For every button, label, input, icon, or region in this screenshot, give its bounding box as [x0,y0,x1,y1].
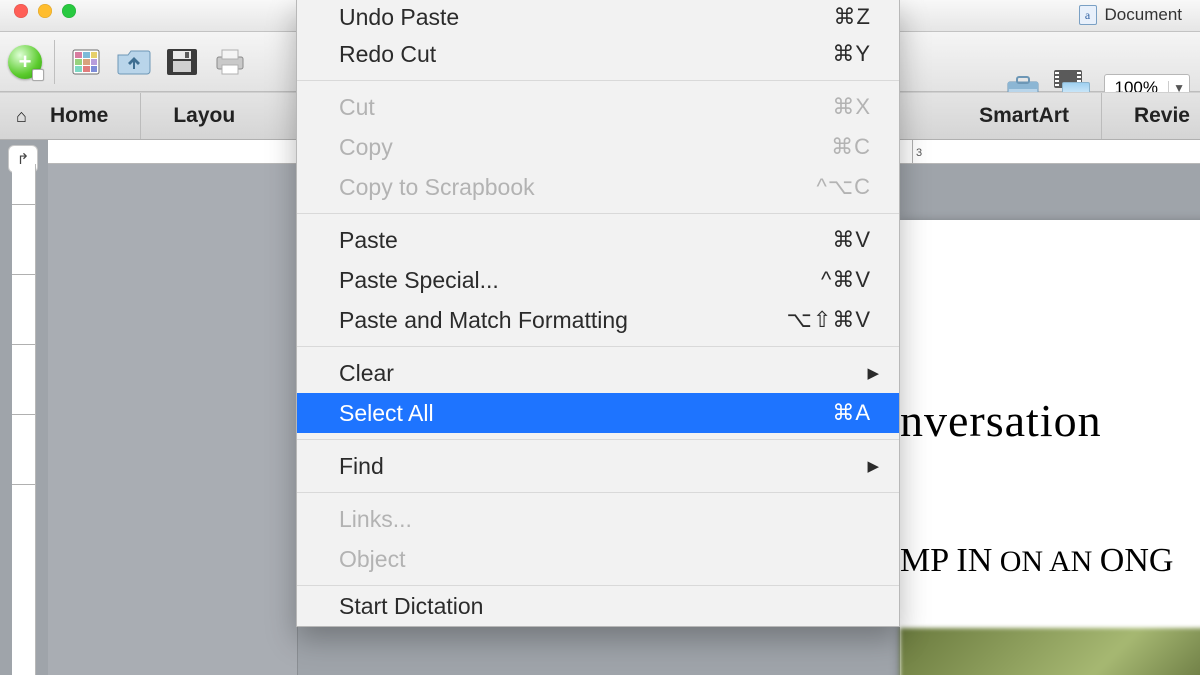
tab-review[interactable]: Revie [1102,93,1200,139]
menu-item-label: Paste [339,227,398,254]
menu-item-dictation[interactable]: Start Dictation [297,592,899,620]
menu-shortcut: ⌘V [832,227,871,253]
menu-item-label: Paste and Match Formatting [339,307,628,334]
home-icon: ⌂ [16,106,27,127]
menu-item-label: Find [339,453,384,480]
folder-open-icon [116,47,152,77]
menu-shortcut: ⌘C [831,134,871,160]
print-button[interactable] [211,42,249,82]
menu-separator [297,80,899,81]
printer-icon [213,47,247,77]
menu-item-object: Object [297,539,899,579]
menu-separator [297,439,899,440]
tab-label: Layou [173,104,235,128]
menu-shortcut: ⌘A [832,400,871,426]
menu-item-label: Clear [339,360,394,387]
menu-item-label: Links... [339,506,412,533]
menu-item-links: Links... [297,499,899,539]
menu-item-label: Redo Cut [339,41,436,68]
submenu-arrow-icon: ▶ [867,457,879,475]
navigation-pane [48,164,298,675]
document-icon: a [1079,5,1097,25]
menu-item-paste-match[interactable]: Paste and Match Formatting ⌥⇧⌘V [297,300,899,340]
menu-item-label: Paste Special... [339,267,499,294]
menu-shortcut: ⌘Y [832,41,871,67]
menu-item-label: Select All [339,400,434,427]
menu-shortcut: ^⌘V [821,267,871,293]
close-icon[interactable] [14,4,28,18]
menu-separator [297,585,899,586]
tab-label: Home [50,104,108,128]
menu-item-copy-scrapbook: Copy to Scrapbook ^⌥C [297,167,899,207]
new-document-button[interactable]: + [8,45,42,79]
grid-icon [72,49,100,75]
document-title-text: Document [1105,5,1182,25]
zoom-icon[interactable] [62,4,76,18]
menu-separator [297,346,899,347]
minimize-icon[interactable] [38,4,52,18]
menu-item-clear[interactable]: Clear ▶ [297,353,899,393]
page-image [900,628,1200,675]
menu-item-label: Copy to Scrapbook [339,174,535,201]
document-page[interactable]: nversation MP IN ON AN ONG [900,220,1200,675]
menu-shortcut: ⌘Z [834,4,871,30]
menu-item-cut: Cut ⌘X [297,87,899,127]
menu-item-select-all[interactable]: Select All ⌘A [297,393,899,433]
menu-shortcut: ⌘X [832,94,871,120]
menu-separator [297,213,899,214]
vertical-ruler [12,164,36,675]
menu-item-copy: Copy ⌘C [297,127,899,167]
submenu-arrow-icon: ▶ [867,364,879,382]
menu-item-label: Copy [339,134,393,161]
save-button[interactable] [163,42,201,82]
menu-separator [297,492,899,493]
page-subheading: MP IN ON AN ONG [900,542,1173,580]
menu-item-label: Undo Paste [339,4,459,31]
menu-shortcut: ⌥⇧⌘V [787,307,871,333]
menu-item-paste-special[interactable]: Paste Special... ^⌘V [297,260,899,300]
toolbar-divider [54,40,55,84]
edit-menu: Undo Paste ⌘Z Redo Cut ⌘Y Cut ⌘X Copy ⌘C… [296,0,900,627]
menu-shortcut: ^⌥C [816,174,871,200]
window-controls [14,4,76,18]
page-heading: nversation [900,394,1102,447]
menu-item-redo[interactable]: Redo Cut ⌘Y [297,34,899,74]
tab-layout[interactable]: Layou [141,93,241,139]
tab-label: Revie [1134,104,1190,128]
menu-item-label: Start Dictation [339,593,483,620]
ruler-tick: 3 [912,140,922,164]
templates-button[interactable] [67,42,105,82]
floppy-disk-icon [165,47,199,77]
tab-label: SmartArt [979,104,1069,128]
tab-smartart[interactable]: SmartArt [947,93,1102,139]
menu-item-find[interactable]: Find ▶ [297,446,899,486]
open-button[interactable] [115,42,153,82]
menu-item-label: Cut [339,94,375,121]
tab-home[interactable]: ⌂ Home [0,93,141,139]
menu-item-paste[interactable]: Paste ⌘V [297,220,899,260]
document-title: a Document [1079,5,1182,25]
menu-item-label: Object [339,546,405,573]
menu-item-undo[interactable]: Undo Paste ⌘Z [297,0,899,34]
